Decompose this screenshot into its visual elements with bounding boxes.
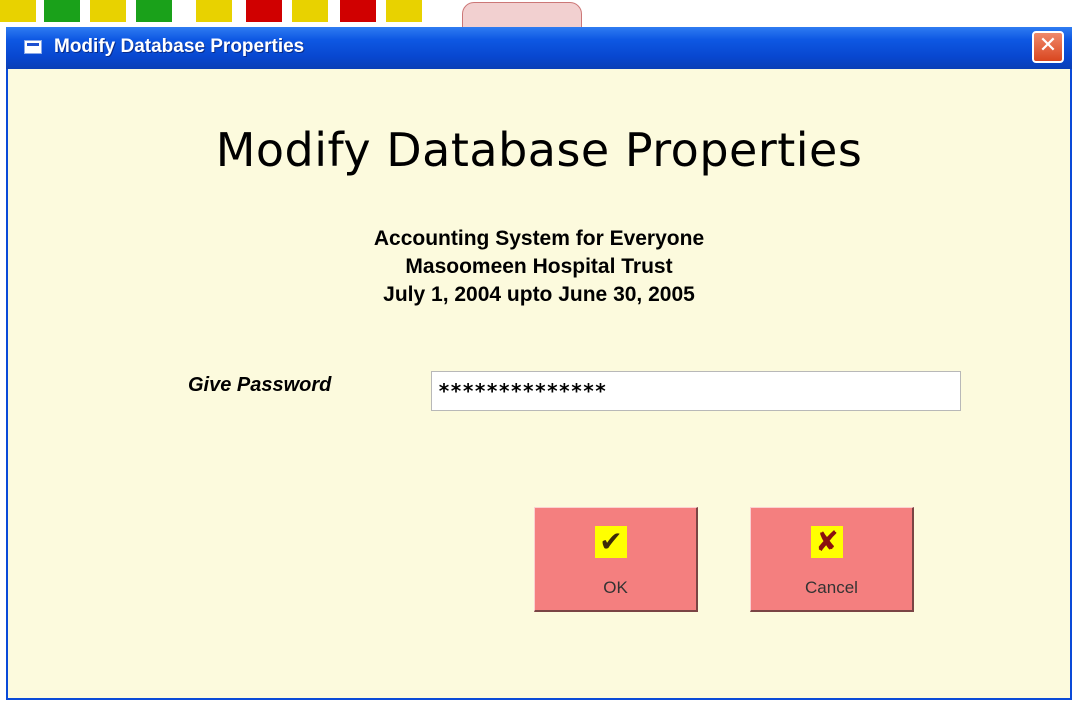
ok-button-label: OK [603, 578, 628, 597]
background-app-strip [0, 0, 1076, 28]
cancel-button[interactable]: ✘ Cancel [750, 507, 914, 612]
background-tile [292, 0, 328, 22]
close-button[interactable]: ✕ [1032, 31, 1064, 63]
background-tile [44, 0, 80, 22]
window-icon [24, 40, 42, 54]
x-mark-icon: ✘ [811, 526, 843, 558]
window-title: Modify Database Properties [54, 36, 305, 57]
background-tile [136, 0, 172, 22]
subtitle-line-1: Accounting System for Everyone [373, 227, 705, 250]
dialog-heading: Modify Database Properties [215, 123, 863, 177]
background-tile [0, 0, 36, 22]
background-badge [462, 2, 582, 28]
subtitle-line-2: Masoomeen Hospital Trust [405, 255, 673, 278]
background-tile [246, 0, 282, 22]
password-input[interactable] [431, 371, 961, 411]
title-bar[interactable]: Modify Database Properties ✕ [6, 27, 1072, 69]
check-icon: ✔ [595, 526, 627, 558]
ok-button[interactable]: ✔ OK [534, 507, 698, 612]
background-tile [196, 0, 232, 22]
modify-database-dialog: Modify Database Properties ✕ Modify Data… [6, 27, 1072, 700]
subtitle-line-3: July 1, 2004 upto June 30, 2005 [383, 283, 695, 306]
background-tile [340, 0, 376, 22]
cancel-button-label: Cancel [805, 578, 858, 597]
close-icon: ✕ [1038, 33, 1058, 58]
background-tile [90, 0, 126, 22]
background-tile [386, 0, 422, 22]
password-label: Give Password [188, 374, 332, 396]
background-title [628, 0, 1068, 24]
